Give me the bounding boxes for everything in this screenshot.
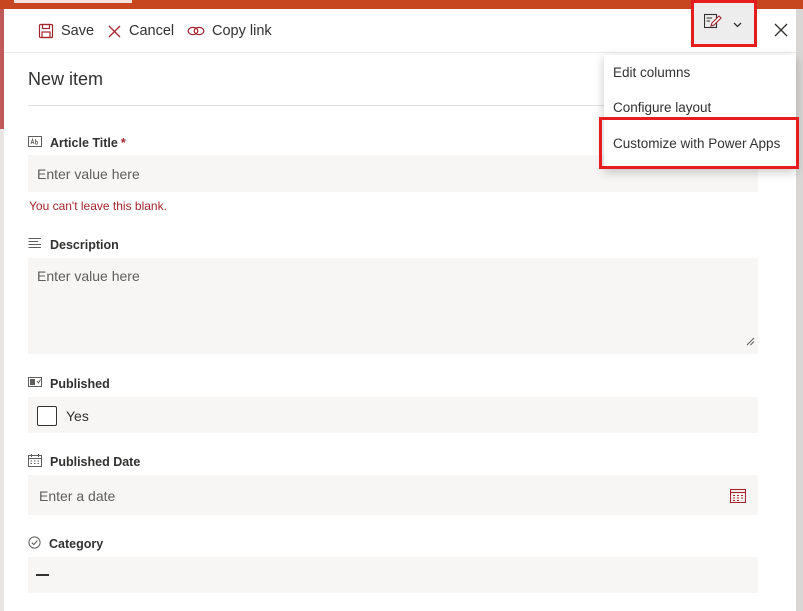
calendar-icon [28,454,42,470]
form-options-menu: Edit columns Configure layout Customize … [604,55,796,169]
published-date-label: Published Date [28,453,140,471]
background-page-edge-right [796,9,803,611]
menu-item-configure-layout[interactable]: Configure layout [604,90,796,124]
link-icon [187,24,205,38]
published-label: Published [28,375,110,393]
save-icon [38,23,54,39]
close-icon [774,23,788,42]
toggle-field-icon [28,377,42,391]
article-title-label-text: Article Title [50,136,118,150]
published-date-label-text: Published Date [50,455,141,469]
published-field: Yes [28,397,758,433]
published-date-placeholder: Enter a date [39,488,116,504]
choice-check-icon [28,536,41,552]
description-placeholder: Enter value here [37,268,140,284]
site-header-strip [0,0,803,9]
copy-link-label: Copy link [212,23,272,39]
command-bar: Save Cancel Copy link [4,9,796,53]
header-tab-hint [14,0,132,3]
category-label: Category [28,535,103,553]
multiline-text-icon [28,237,42,253]
edit-form-icon [703,13,722,34]
description-textarea[interactable]: Enter value here [28,258,758,354]
cancel-icon [107,24,122,39]
text-field-icon [28,135,42,151]
cancel-button[interactable]: Cancel [107,19,174,43]
published-date-input[interactable]: Enter a date [28,475,758,515]
category-empty-value [36,574,49,576]
category-label-text: Category [49,537,104,551]
chevron-down-icon [733,15,742,33]
date-picker-icon[interactable] [729,488,747,508]
save-label: Save [61,23,95,39]
close-button[interactable] [770,21,792,43]
article-title-error: You can't leave this blank. [29,199,167,213]
page-title: New item [28,69,104,89]
article-title-placeholder: Enter value here [37,166,140,182]
published-checkbox[interactable] [37,406,57,426]
required-marker: * [120,136,126,150]
edit-form-button[interactable] [691,0,757,47]
article-title-label: Article Title * [28,134,126,152]
copy-link-button[interactable]: Copy link [187,19,272,43]
menu-item-customize-power-apps[interactable]: Customize with Power Apps [604,126,796,160]
description-label-text: Description [50,238,119,252]
description-label: Description [28,236,119,254]
resize-grip-icon[interactable] [746,333,755,351]
published-label-text: Published [50,377,110,391]
save-button[interactable]: Save [38,19,94,43]
category-field[interactable] [28,557,758,593]
cancel-label: Cancel [129,23,175,39]
published-option-label: Yes [66,408,89,424]
menu-item-edit-columns[interactable]: Edit columns [604,55,796,89]
